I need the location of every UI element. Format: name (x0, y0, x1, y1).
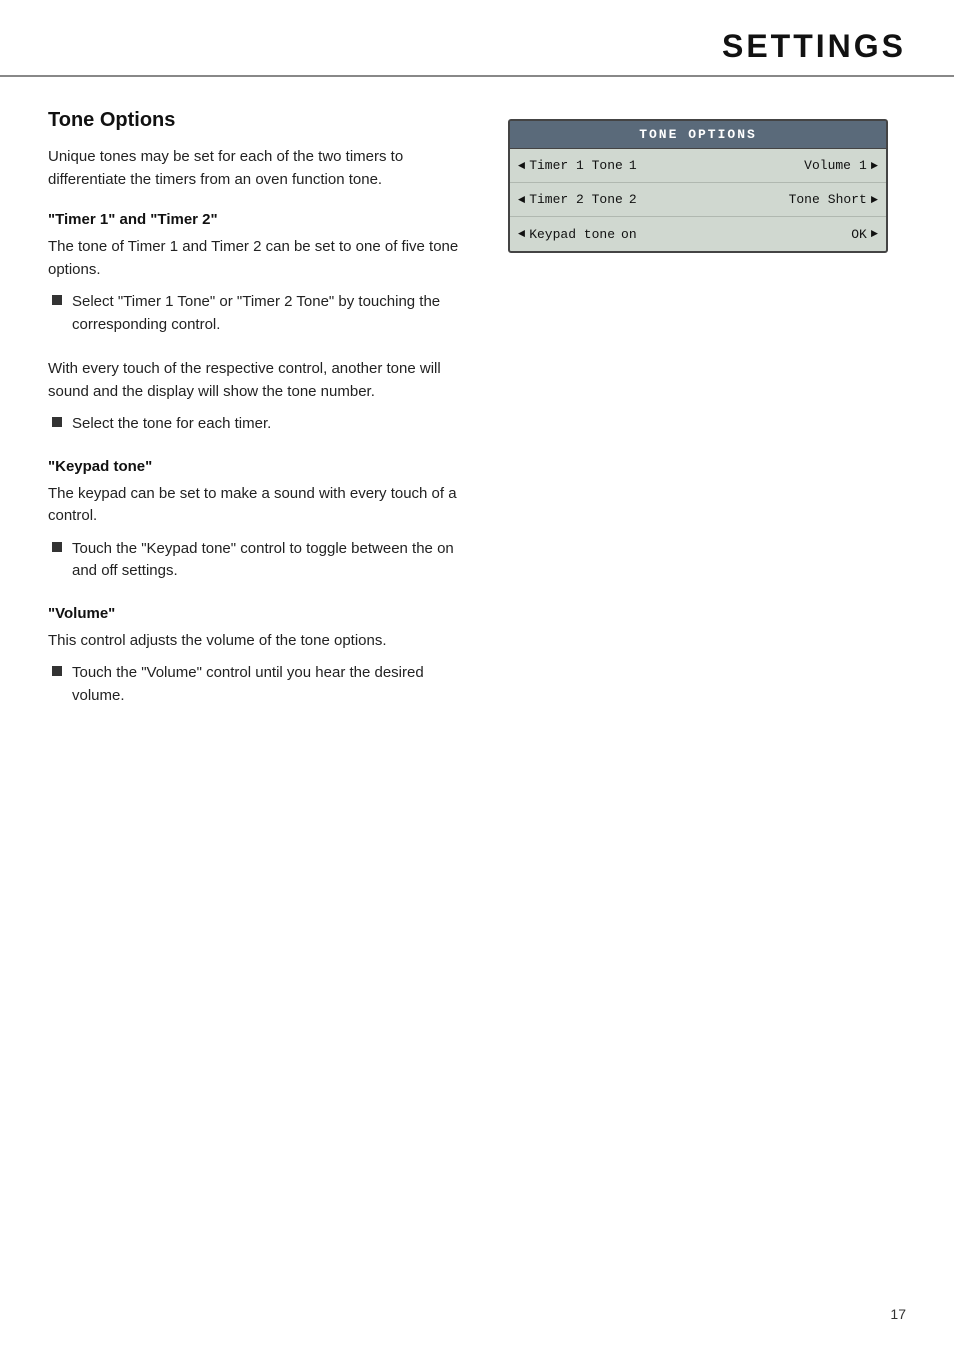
timer2-middle: Tone (789, 192, 820, 207)
timer1-right-value: 1 (859, 158, 867, 173)
timer1-display-row[interactable]: ◄ Timer 1 Tone 1 Volume 1 ► (510, 149, 886, 183)
keypad-arrow-left-icon: ◄ (518, 227, 525, 241)
timer2-arrow-right-icon: ► (871, 193, 878, 207)
page-number: 17 (890, 1306, 906, 1322)
list-item: Touch the "Volume" control until you hea… (52, 662, 468, 707)
keypad-label: Keypad tone (529, 227, 615, 242)
right-column: TONE OPTIONS ◄ Timer 1 Tone 1 Volume 1 ►… (508, 109, 888, 729)
volume-subsection-body: This control adjusts the volume of the t… (48, 630, 468, 653)
page-title: SETTINGS (722, 28, 906, 65)
timer2-arrow-left-icon: ◄ (518, 193, 525, 207)
keypad-subsection-body: The keypad can be set to make a sound wi… (48, 483, 468, 528)
page-header: SETTINGS (0, 0, 954, 77)
section-title: Tone Options (48, 109, 468, 132)
timer2-label: Timer 2 Tone (529, 192, 623, 207)
list-item: Select "Timer 1 Tone" or "Timer 2 Tone" … (52, 291, 468, 336)
bullet-text: Touch the "Keypad tone" control to toggl… (72, 538, 468, 583)
timer2-right-value: Short (828, 192, 867, 207)
timer1-arrow-left-icon: ◄ (518, 159, 525, 173)
left-column: Tone Options Unique tones may be set for… (48, 109, 468, 729)
display-header: TONE OPTIONS (510, 121, 886, 149)
timer1-value: 1 (629, 158, 637, 173)
content-area: Tone Options Unique tones may be set for… (0, 77, 954, 761)
bullet-icon (52, 542, 62, 552)
keypad-subsection-title: "Keypad tone" (48, 458, 468, 475)
volume-subsection: "Volume" This control adjusts the volume… (48, 605, 468, 708)
timer-subsection-title: "Timer 1" and "Timer 2" (48, 211, 468, 228)
list-item: Touch the "Keypad tone" control to toggl… (52, 538, 468, 583)
timer1-middle: Volume (804, 158, 851, 173)
volume-subsection-title: "Volume" (48, 605, 468, 622)
keypad-right-value: OK (851, 227, 867, 242)
timer2-display-row[interactable]: ◄ Timer 2 Tone 2 Tone Short ► (510, 183, 886, 217)
timer1-arrow-right-icon: ► (871, 159, 878, 173)
bullet-text: Touch the "Volume" control until you hea… (72, 662, 468, 707)
keypad-value: on (621, 227, 637, 242)
timer-subsection-body: The tone of Timer 1 and Timer 2 can be s… (48, 236, 468, 281)
touch-paragraph-block: With every touch of the respective contr… (48, 358, 468, 436)
bullet-text: Select "Timer 1 Tone" or "Timer 2 Tone" … (72, 291, 468, 336)
timer2-value: 2 (629, 192, 637, 207)
bullet-icon (52, 295, 62, 305)
bullet-text: Select the tone for each timer. (72, 413, 271, 436)
bullet-icon (52, 666, 62, 676)
display-panel: TONE OPTIONS ◄ Timer 1 Tone 1 Volume 1 ►… (508, 119, 888, 253)
keypad-subsection: "Keypad tone" The keypad can be set to m… (48, 458, 468, 583)
keypad-display-row[interactable]: ◄ Keypad tone on OK ► (510, 217, 886, 251)
keypad-arrow-right-icon: ► (871, 227, 878, 241)
section-intro: Unique tones may be set for each of the … (48, 146, 468, 191)
timer1-label: Timer 1 Tone (529, 158, 623, 173)
timer-subsection: "Timer 1" and "Timer 2" The tone of Time… (48, 211, 468, 336)
touch-body: With every touch of the respective contr… (48, 358, 468, 403)
list-item: Select the tone for each timer. (52, 413, 468, 436)
bullet-icon (52, 417, 62, 427)
